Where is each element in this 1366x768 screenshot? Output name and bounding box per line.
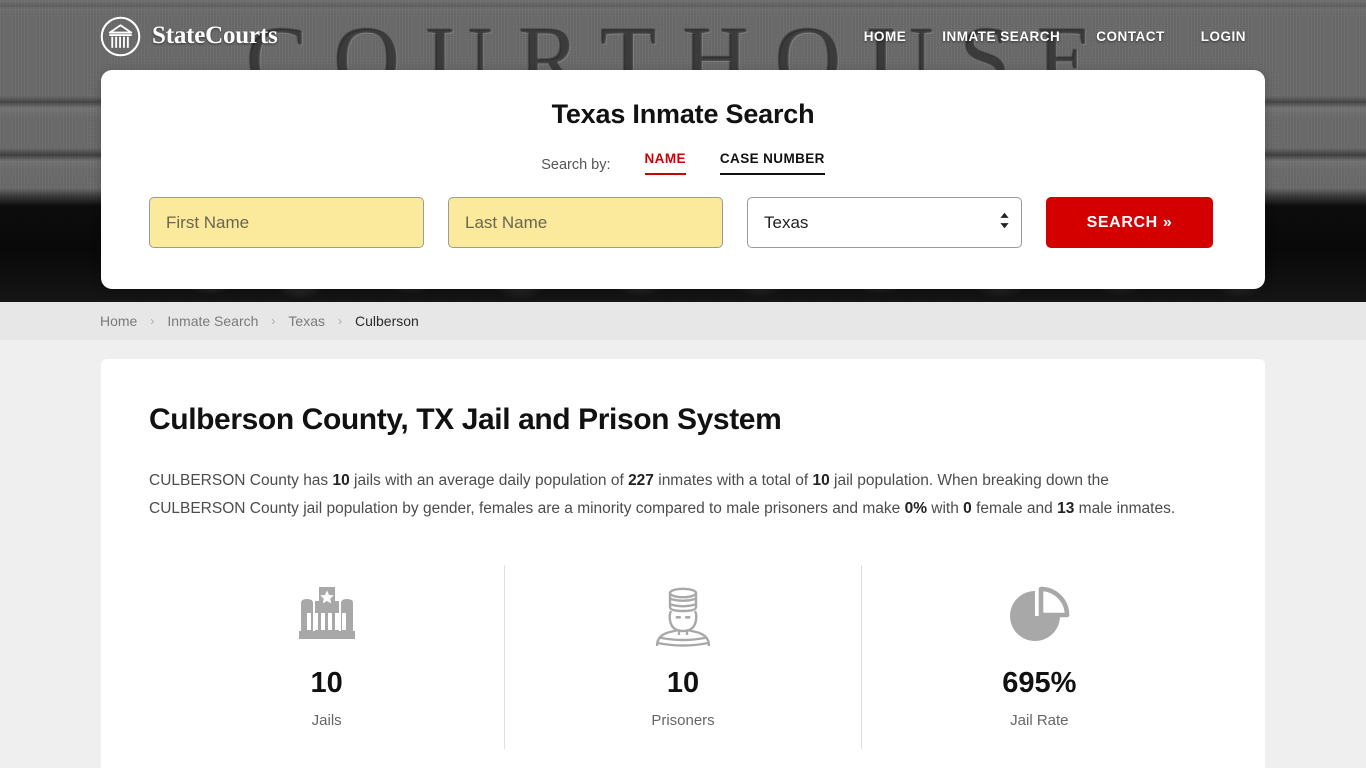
stat-value-prisoners: 10 [666, 667, 700, 699]
summary-jails-count: 10 [332, 472, 350, 489]
tab-case-number[interactable]: CASE NUMBER [719, 151, 825, 175]
county-summary-paragraph: CULBERSON County has 10 jails with an av… [149, 467, 1209, 523]
breadcrumb-item-culberson: Culberson [355, 313, 419, 329]
summary-part-5: with [926, 500, 964, 517]
stat-label-jail-rate: Jail Rate [1010, 712, 1069, 729]
breadcrumb-separator-icon: › [271, 314, 276, 328]
summary-part-7: male inmates. [1074, 500, 1176, 517]
nav-item-inmate-search[interactable]: INMATE SEARCH [942, 29, 1060, 44]
county-info-card: Culberson County, TX Jail and Prison Sys… [101, 359, 1265, 768]
brand-logo-link[interactable]: StateCourts [100, 16, 278, 57]
inmate-search-panel: Texas Inmate Search Search by: NAME CASE… [101, 70, 1265, 289]
summary-part-2: jails with an average daily population o… [349, 472, 629, 489]
stat-prisoners: 10 Prisoners [504, 565, 860, 749]
summary-female-count: 0 [963, 500, 972, 517]
search-button[interactable]: SEARCH » [1046, 197, 1213, 248]
tab-name[interactable]: NAME [644, 151, 686, 175]
stat-label-jails: Jails [311, 712, 342, 729]
summary-part-6: female and [971, 500, 1058, 517]
brand-name: StateCourts [152, 22, 278, 49]
double-chevron-right-icon: » [1162, 213, 1173, 231]
state-select[interactable] [747, 197, 1022, 248]
stat-value-jails: 10 [310, 667, 343, 699]
stat-jails: 10 Jails [149, 565, 504, 749]
search-by-row: Search by: NAME CASE NUMBER [101, 151, 1265, 175]
main-nav: HOME INMATE SEARCH CONTACT LOGIN [864, 29, 1246, 44]
state-select-wrapper [747, 197, 1022, 248]
summary-female-percent: 0% [904, 500, 927, 517]
summary-part-3: inmates with a total of [653, 472, 813, 489]
breadcrumb-item-texas[interactable]: Texas [288, 313, 325, 329]
courthouse-circle-logo-icon [100, 16, 141, 57]
search-form: SEARCH » [101, 197, 1265, 248]
breadcrumb-item-inmate-search[interactable]: Inmate Search [167, 313, 258, 329]
first-name-input[interactable] [149, 197, 424, 248]
search-button-label: SEARCH [1086, 213, 1158, 231]
prisoner-icon [505, 579, 860, 653]
nav-item-login[interactable]: LOGIN [1201, 29, 1246, 44]
pie-chart-icon [862, 579, 1217, 653]
stat-jail-rate: 695% Jail Rate [860, 565, 1217, 749]
stats-row: 10 Jails 10 Prisoners 695% Jail Rate [149, 565, 1217, 749]
breadcrumb-separator-icon: › [338, 314, 342, 328]
summary-avg-daily-population: 227 [628, 472, 654, 489]
stat-value-jail-rate: 695% [1002, 667, 1077, 699]
top-navigation-bar: StateCourts HOME INMATE SEARCH CONTACT L… [0, 0, 1366, 72]
summary-part-1: CULBERSON County has [149, 472, 333, 489]
main-content: Culberson County, TX Jail and Prison Sys… [0, 340, 1366, 768]
summary-male-count: 13 [1057, 500, 1075, 517]
hero-header: COURTHOUSE StateCourts HOME INMATE SEARC… [0, 0, 1366, 302]
breadcrumb-item-home[interactable]: Home [100, 313, 137, 329]
nav-item-contact[interactable]: CONTACT [1096, 29, 1165, 44]
jail-building-icon [149, 579, 504, 653]
search-by-label: Search by: [541, 157, 611, 173]
breadcrumb-separator-icon: › [150, 314, 155, 328]
stat-label-prisoners: Prisoners [651, 712, 715, 729]
search-panel-title: Texas Inmate Search [551, 99, 815, 129]
breadcrumb: Home › Inmate Search › Texas › Culberson [0, 302, 1366, 340]
nav-item-home[interactable]: HOME [864, 29, 907, 44]
summary-total-jail-population: 10 [812, 472, 830, 489]
page-title: Culberson County, TX Jail and Prison Sys… [149, 403, 782, 436]
last-name-input[interactable] [448, 197, 723, 248]
